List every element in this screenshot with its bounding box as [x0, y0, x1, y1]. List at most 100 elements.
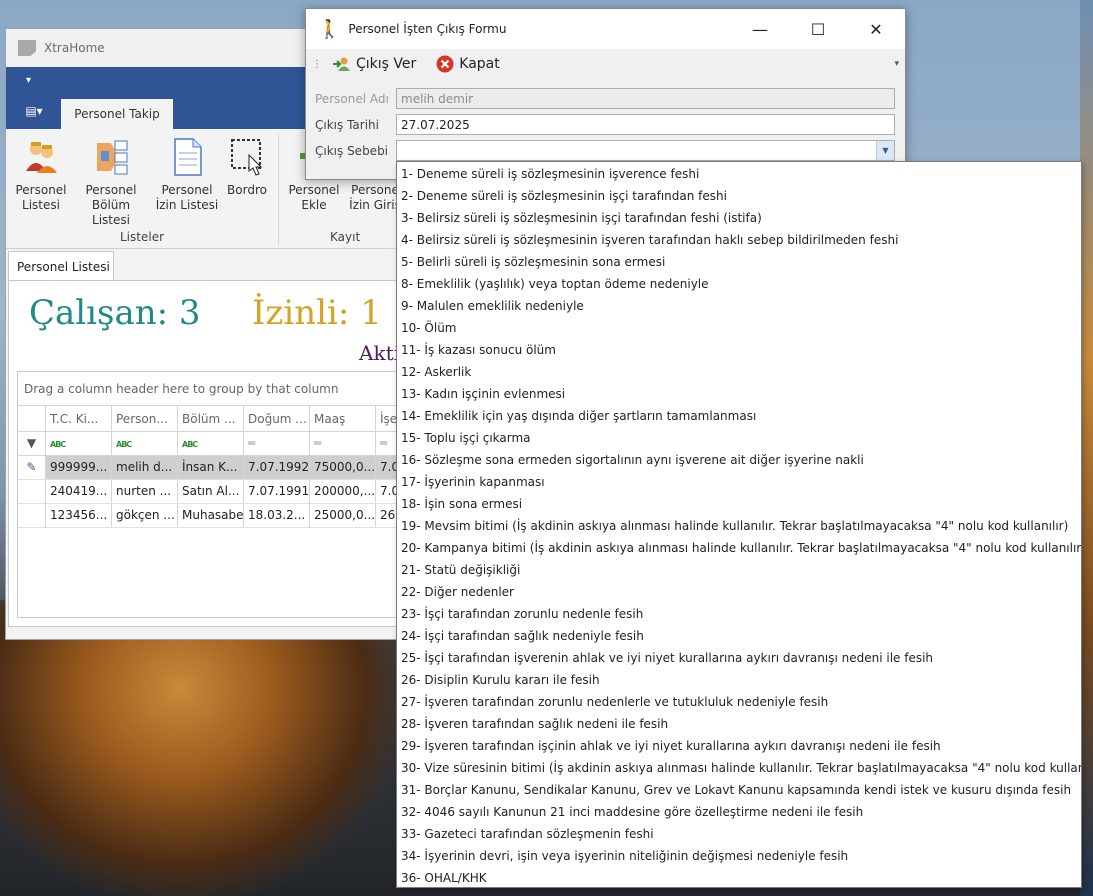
dropdown-option[interactable]: 27- İşveren tarafından zorunlu nedenlerl…	[397, 691, 1081, 713]
table-cell[interactable]: Satın Al...	[178, 480, 244, 503]
personel-listesi-button[interactable]: Personel Listesi	[10, 137, 72, 213]
kapat-button[interactable]: Kapat	[436, 55, 500, 73]
table-cell[interactable]: 7.07.1992	[244, 456, 310, 479]
table-cell[interactable]: 7.07.1991	[244, 480, 310, 503]
dropdown-option[interactable]: 5- Belirli süreli iş sözleşmesinin sona …	[397, 251, 1081, 273]
personel-bolum-listesi-button[interactable]: Personel Bölüm Listesi	[72, 137, 150, 228]
column-header[interactable]: Person...	[112, 406, 178, 431]
table-cell[interactable]: 200000,...	[310, 480, 376, 503]
dropdown-option[interactable]: 28- İşveren tarafından sağlık nedeni ile…	[397, 713, 1081, 735]
table-cell[interactable]: 999999...	[46, 456, 112, 479]
column-header[interactable]: Doğum ...	[244, 406, 310, 431]
table-row[interactable]: ✎ 999999... melih d... İnsan K... 7.07.1…	[18, 456, 406, 480]
people-icon	[23, 137, 59, 177]
cikis-sebebi-combo[interactable]: ▼	[396, 140, 895, 161]
toolbar-grip-icon[interactable]: ⋮	[312, 59, 322, 70]
dropdown-option[interactable]: 31- Borçlar Kanunu, Sendikalar Kanunu, G…	[397, 779, 1081, 801]
dropdown-option[interactable]: 24- İşçi tarafından sağlık nedeniyle fes…	[397, 625, 1081, 647]
ribbon-group-separator	[278, 133, 279, 245]
dropdown-option[interactable]: 20- Kampanya bitimi (İş akdinin askıya a…	[397, 537, 1081, 559]
table-cell[interactable]: 18.03.2...	[244, 504, 310, 527]
table-cell[interactable]: 75000,0...	[310, 456, 376, 479]
dialog-titlebar: 🚶 Personel İşten Çıkış Formu — ☐ ✕	[306, 9, 905, 49]
cikis-ver-button[interactable]: Çıkış Ver	[332, 56, 416, 72]
dropdown-option[interactable]: 21- Statü değişikliği	[397, 559, 1081, 581]
table-cell[interactable]: gökçen ...	[112, 504, 178, 527]
tab-personel-takip[interactable]: Personel Takip	[61, 99, 173, 129]
dropdown-option[interactable]: 19- Mevsim bitimi (İş akdinin askıya alı…	[397, 515, 1081, 537]
group-kayit-label: Kayıt	[330, 230, 361, 244]
table-cell[interactable]: Muhasabe	[178, 504, 244, 527]
table-cell[interactable]: 240419...	[46, 480, 112, 503]
maximize-button[interactable]: ☐	[789, 9, 847, 49]
dropdown-option[interactable]: 30- Vize süresinin bitimi (İş akdinin as…	[397, 757, 1081, 779]
dropdown-option[interactable]: 8- Emeklilik (yaşlılık) veya toptan ödem…	[397, 273, 1081, 295]
table-cell[interactable]: İnsan K...	[178, 456, 244, 479]
dropdown-option[interactable]: 14- Emeklilik için yaş dışında diğer şar…	[397, 405, 1081, 427]
text-filter-icon: ABC	[116, 440, 132, 449]
table-row[interactable]: 123456... gökçen ... Muhasabe 18.03.2...…	[18, 504, 406, 528]
bordro-button[interactable]: Bordro	[222, 137, 272, 198]
text-filter-icon: ABC	[50, 440, 66, 449]
dropdown-option[interactable]: 18- İşin sona ermesi	[397, 493, 1081, 515]
dropdown-option[interactable]: 36- OHAL/KHK	[397, 867, 1081, 889]
app-title: XtraHome	[44, 41, 105, 55]
chevron-down-icon[interactable]: ▼	[876, 141, 894, 160]
personel-izin-listesi-button[interactable]: Personel İzin Listesi	[154, 137, 220, 213]
filter-cell[interactable]: ═	[244, 432, 310, 455]
dropdown-option[interactable]: 22- Diğer nedenler	[397, 581, 1081, 603]
dropdown-option[interactable]: 10- Ölüm	[397, 317, 1081, 339]
table-cell[interactable]: melih d...	[112, 456, 178, 479]
dropdown-option[interactable]: 26- Disiplin Kurulu kararı ile fesih	[397, 669, 1081, 691]
row-indicator	[18, 504, 46, 527]
quick-access-dropdown[interactable]: ▾	[26, 75, 31, 86]
dropdown-option[interactable]: 4- Belirsiz süreli iş sözleşmesinin işve…	[397, 229, 1081, 251]
table-cell[interactable]: nurten ...	[112, 480, 178, 503]
close-button[interactable]: ✕	[847, 9, 905, 49]
dropdown-option[interactable]: 1- Deneme süreli iş sözleşmesinin işvere…	[397, 163, 1081, 185]
column-header[interactable]: T.C. Ki...	[46, 406, 112, 431]
table-row[interactable]: 240419... nurten ... Satın Al... 7.07.19…	[18, 480, 406, 504]
group-by-panel[interactable]: Drag a column header here to group by th…	[18, 372, 400, 406]
minimize-button[interactable]: —	[731, 9, 789, 49]
toolbar-overflow-icon[interactable]: ▾	[894, 59, 899, 69]
table-cell[interactable]: 123456...	[46, 504, 112, 527]
cikis-sebebi-dropdown-list: 1- Deneme süreli iş sözleşmesinin işvere…	[396, 161, 1082, 888]
dropdown-option[interactable]: 3- Belirsiz süreli iş sözleşmesinin işçi…	[397, 207, 1081, 229]
dropdown-option[interactable]: 15- Toplu işçi çıkarma	[397, 427, 1081, 449]
izinli-count: İzinli: 1	[252, 293, 382, 333]
dropdown-option[interactable]: 16- Sözleşme sona ermeden sigortalının a…	[397, 449, 1081, 471]
dropdown-option[interactable]: 25- İşçi tarafından işverenin ahlak ve i…	[397, 647, 1081, 669]
personel-adi-field[interactable]: melih demir	[396, 88, 895, 109]
dropdown-option[interactable]: 23- İşçi tarafından zorunlu nedenle fesi…	[397, 603, 1081, 625]
personel-bolum-listesi-label: Personel Bölüm Listesi	[85, 183, 137, 227]
personel-adi-label: Personel Adı	[315, 92, 389, 106]
aktif-count: Akti	[359, 341, 400, 365]
table-cell[interactable]: 25000,0...	[310, 504, 376, 527]
filter-cell[interactable]: ABC	[178, 432, 244, 455]
filter-cell[interactable]: ABC	[112, 432, 178, 455]
dropdown-option[interactable]: 11- İş kazası sonucu ölüm	[397, 339, 1081, 361]
dropdown-option[interactable]: 12- Askerlik	[397, 361, 1081, 383]
column-header[interactable]: Bölüm ...	[178, 406, 244, 431]
edit-pencil-icon: ✎	[18, 456, 46, 479]
filter-cell[interactable]: ABC	[46, 432, 112, 455]
dropdown-option[interactable]: 9- Malulen emeklilik nedeniyle	[397, 295, 1081, 317]
dropdown-option[interactable]: 34- İşyerinin devri, işin veya işyerinin…	[397, 845, 1081, 867]
document-icon	[169, 137, 205, 177]
dropdown-option[interactable]: 17- İşyerinin kapanması	[397, 471, 1081, 493]
walking-person-icon: 🚶	[318, 18, 341, 40]
dropdown-option[interactable]: 33- Gazeteci tarafından sözleşmenin fesh…	[397, 823, 1081, 845]
column-header[interactable]: Maaş	[310, 406, 376, 431]
dropdown-option[interactable]: 29- İşveren tarafından işçinin ahlak ve …	[397, 735, 1081, 757]
dropdown-option[interactable]: 2- Deneme süreli iş sözleşmesinin işçi t…	[397, 185, 1081, 207]
select-cursor-icon	[229, 137, 265, 177]
filter-icon[interactable]: ▼	[18, 432, 46, 455]
dropdown-option[interactable]: 13- Kadın işçinin evlenmesi	[397, 383, 1081, 405]
dialog-toolbar: ⋮ Çıkış Ver Kapat	[306, 49, 905, 79]
dropdown-option[interactable]: 32- 4046 sayılı Kanunun 21 inci maddesin…	[397, 801, 1081, 823]
cikis-tarihi-field[interactable]: 27.07.2025	[396, 114, 895, 135]
app-menu-button[interactable]: ▤▾	[16, 101, 52, 121]
filter-cell[interactable]: ═	[310, 432, 376, 455]
tab-personel-listesi[interactable]: Personel Listesi	[8, 251, 114, 281]
